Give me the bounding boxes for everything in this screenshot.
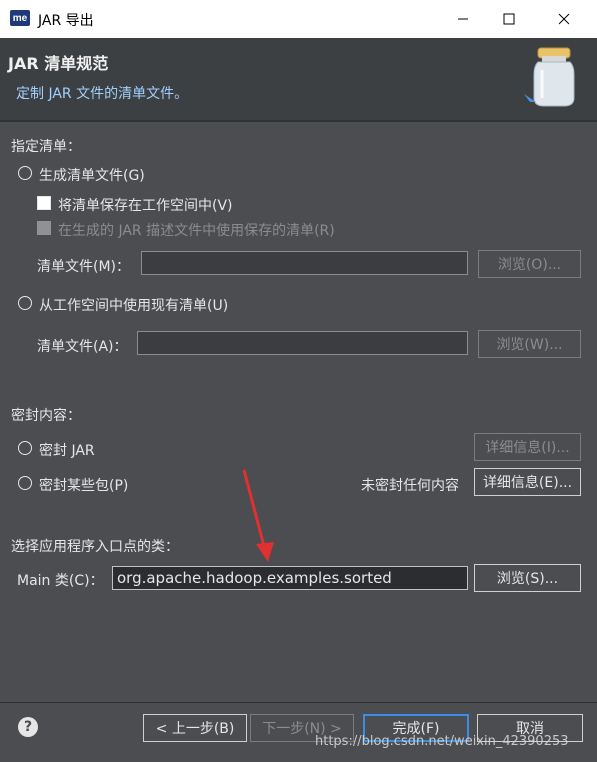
close-icon <box>558 13 570 25</box>
minimize-button[interactable] <box>440 0 486 38</box>
browse-existing-manifest-button[interactable]: 浏览(W)... <box>478 330 581 358</box>
browse-manifest-button[interactable]: 浏览(O)... <box>478 250 581 278</box>
use-existing-manifest-label: 从工作空间中使用现有清单(U) <box>39 298 229 314</box>
reuse-manifest-label: 在生成的 JAR 描述文件中使用保存的清单(R) <box>58 223 335 239</box>
annotation-arrow <box>242 469 274 562</box>
maximize-button[interactable] <box>486 0 532 38</box>
footer-divider <box>0 702 597 703</box>
save-manifest-label: 将清单保存在工作空间中(V) <box>58 198 233 214</box>
manifest-file-label: 清单文件(M)： <box>37 259 131 275</box>
back-button[interactable]: < 上一步(B) <box>143 714 247 742</box>
main-class-label: Main 类(C)： <box>17 573 104 589</box>
existing-manifest-file-label: 清单文件(A)： <box>37 339 128 355</box>
seal-jar-label: 密封 JAR <box>39 443 95 459</box>
seal-section-label: 密封内容： <box>11 408 81 424</box>
page-title: JAR 清单规范 <box>8 54 109 73</box>
seal-some-packages-radio[interactable] <box>18 476 32 490</box>
maximize-icon <box>503 13 515 25</box>
browse-main-class-button[interactable]: 浏览(S)... <box>474 564 581 592</box>
app-icon: me <box>10 10 30 26</box>
seal-status-text: 未密封任何内容 <box>361 478 459 494</box>
use-existing-manifest-radio[interactable] <box>18 296 32 310</box>
generate-manifest-label: 生成清单文件(G) <box>39 168 145 184</box>
generate-manifest-radio[interactable] <box>18 166 32 180</box>
jar-icon <box>524 47 575 107</box>
help-icon[interactable]: ? <box>18 717 38 737</box>
seal-jar-details-button[interactable]: 详细信息(I)... <box>474 433 581 461</box>
manifest-section-label: 指定清单： <box>11 139 81 155</box>
seal-packages-details-button[interactable]: 详细信息(E)... <box>474 468 581 496</box>
minimize-icon <box>458 18 468 20</box>
seal-jar-radio[interactable] <box>18 441 32 455</box>
manifest-file-input[interactable] <box>141 251 468 275</box>
header-divider <box>0 120 597 122</box>
entry-point-section-label: 选择应用程序入口点的类： <box>11 539 179 555</box>
watermark: https://blog.csdn.net/weixin_42390253 <box>315 734 569 749</box>
seal-some-packages-label: 密封某些包(P) <box>39 478 129 494</box>
close-button[interactable] <box>541 0 587 38</box>
wizard-header: JAR 清单规范 定制 JAR 文件的清单文件。 <box>0 38 597 120</box>
reuse-manifest-checkbox[interactable] <box>37 221 51 235</box>
existing-manifest-file-input[interactable] <box>137 331 468 355</box>
save-manifest-checkbox[interactable] <box>37 196 51 210</box>
page-description: 定制 JAR 文件的清单文件。 <box>16 86 189 102</box>
title-bar: me JAR 导出 <box>0 0 597 38</box>
main-class-input[interactable]: org.apache.hadoop.examples.sorted <box>112 566 468 590</box>
window-title: JAR 导出 <box>38 13 94 29</box>
